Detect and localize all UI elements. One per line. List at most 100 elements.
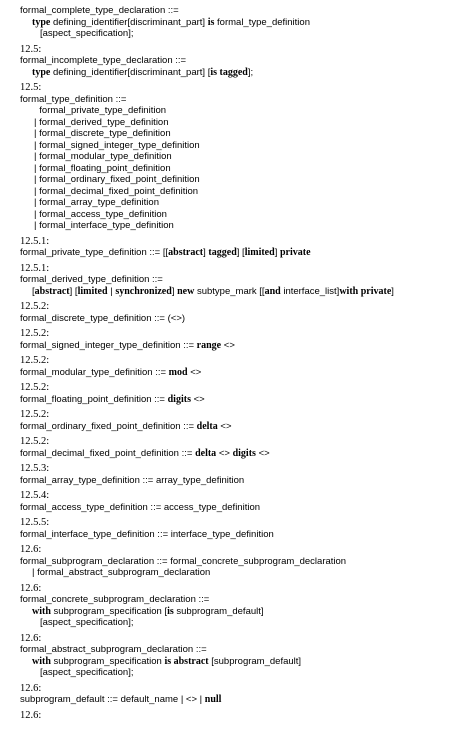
grammar-text: subprogram_default ::= default_name |	[20, 694, 186, 705]
grammar-text: formal_type_definition ::=	[20, 93, 127, 105]
section-reference: 12.5.2:	[20, 382, 50, 393]
grammar-text: | formal_signed_integer_type_definition	[34, 139, 200, 151]
section-reference: 12.5.2:	[20, 301, 50, 312]
grammar-text: formal_private_type_definition	[34, 105, 167, 116]
grammar-line: formal_private_type_definition	[20, 105, 452, 117]
grammar-line: | formal_interface_type_definition	[20, 220, 452, 232]
grammar-line: | formal_floating_point_definition	[20, 163, 452, 175]
grammar-text: [subprogram_default]	[208, 655, 302, 667]
grammar-text: subtype_mark [[	[194, 285, 265, 297]
box-symbol: <>	[220, 420, 232, 432]
grammar-section: 12.6: formal_subprogram_declaration ::= f…	[20, 544, 452, 579]
grammar-text: |	[197, 694, 205, 705]
box-symbol: <>	[170, 312, 182, 324]
section-reference: 12.5:	[20, 43, 42, 55]
grammar-section: 12.5.2: formal_decimal_fixed_point_defini…	[20, 436, 452, 459]
grammar-line: | formal_decimal_fixed_point_definition	[20, 186, 452, 198]
reserved-word: abstract	[34, 285, 70, 297]
grammar-line: formal_signed_integer_type_definition ::…	[20, 340, 452, 352]
grammar-text: formal_private_type_definition ::= [[	[20, 247, 169, 258]
grammar-line: with subprogram_specification is abstrac…	[20, 656, 452, 668]
grammar-line: formal_access_type_definition ::= access…	[20, 502, 452, 514]
grammar-text: | formal_decimal_fixed_point_definition	[34, 185, 199, 197]
grammar-section: 12.5: formal_incomplete_type_declaration …	[20, 44, 452, 79]
grammar-line: | formal_derived_type_definition	[20, 117, 452, 129]
section-reference: 12.5.2:	[20, 436, 50, 447]
grammar-section: formal_complete_type_declaration ::= type…	[20, 5, 452, 40]
grammar-text: | formal_modular_type_definition	[34, 151, 172, 162]
grammar-line: | formal_signed_integer_type_definition	[20, 140, 452, 152]
reserved-word: with	[32, 655, 51, 667]
grammar-line: formal_ordinary_fixed_point_definition :…	[20, 421, 452, 433]
grammar-section: 12.6: subprogram_default ::= default_name…	[20, 683, 452, 706]
grammar-line: | formal_access_type_definition	[20, 209, 452, 221]
section-reference: 12.5:	[20, 82, 42, 93]
reserved-word: limited	[77, 285, 108, 297]
box-symbol: <>	[193, 393, 205, 405]
grammar-text: | formal_derived_type_definition	[34, 116, 169, 128]
grammar-text: | formal_access_type_definition	[34, 208, 167, 220]
grammar-section: 12.6: formal_abstract_subprogram_declarat…	[20, 633, 452, 679]
grammar-text: | formal_floating_point_definition	[34, 162, 171, 174]
grammar-text: formal_incomplete_type_declaration ::=	[20, 55, 187, 66]
reserved-word: tagged	[208, 247, 237, 258]
reserved-word: and	[264, 285, 281, 297]
grammar-section: 12.5.2: formal_signed_integer_type_defini…	[20, 328, 452, 351]
grammar-line: formal_complete_type_declaration ::=	[20, 5, 452, 17]
grammar-text: ];	[247, 66, 254, 78]
section-reference: 12.6:	[20, 709, 42, 721]
grammar-text: defining_identifier[discriminant_part] [	[50, 66, 211, 78]
grammar-text: ] [	[69, 285, 78, 297]
reserved-word: digits	[167, 393, 191, 405]
section-reference: 12.5.4:	[20, 490, 50, 501]
grammar-line: formal_derived_type_definition ::=	[20, 274, 452, 286]
grammar-line: | formal_discrete_type_definition	[20, 128, 452, 140]
grammar-line: formal_type_definition ::=	[20, 94, 452, 106]
grammar-text: [aspect_specification];	[40, 617, 134, 628]
grammar-document: formal_complete_type_declaration ::= type…	[20, 5, 452, 725]
grammar-text: ] [	[236, 247, 245, 258]
grammar-line: formal_abstract_subprogram_declaration :…	[20, 644, 452, 656]
grammar-text: formal_derived_type_definition ::=	[20, 274, 163, 285]
grammar-section: 12.5.4: formal_access_type_definition ::=…	[20, 490, 452, 513]
grammar-text: [aspect_specification];	[40, 667, 134, 678]
grammar-section: 12.6:	[20, 710, 452, 722]
reserved-word: type	[32, 16, 51, 28]
section-reference: 12.6:	[20, 632, 42, 644]
grammar-section: 12.6: formal_concrete_subprogram_declarat…	[20, 583, 452, 629]
grammar-text: | formal_abstract_subprogram_declaration	[32, 567, 211, 578]
reserved-word: private	[279, 247, 311, 258]
grammar-line: | formal_ordinary_fixed_point_definition	[20, 174, 452, 186]
grammar-text: formal_access_type_definition ::= access…	[20, 501, 261, 513]
grammar-line: [aspect_specification];	[20, 28, 452, 40]
reserved-word: is tagged	[210, 66, 248, 78]
grammar-section: 12.5.5: formal_interface_type_definition …	[20, 517, 452, 540]
grammar-section: 12.5.2: formal_floating_point_definition …	[20, 382, 452, 405]
grammar-line: [abstract] [limited | synchronized] new …	[20, 286, 452, 298]
grammar-line: formal_decimal_fixed_point_definition ::…	[20, 448, 452, 460]
grammar-line: [aspect_specification];	[20, 667, 452, 679]
grammar-section: 12.5.1: formal_private_type_definition ::…	[20, 236, 452, 259]
section-reference: 12.6:	[20, 582, 42, 594]
reserved-word: is	[167, 605, 174, 617]
grammar-text: ]	[391, 285, 394, 297]
grammar-line: formal_array_type_definition ::= array_t…	[20, 475, 452, 487]
box-symbol: <>	[218, 447, 230, 459]
grammar-text: | formal_interface_type_definition	[34, 220, 174, 231]
grammar-section: 12.5: formal_type_definition ::= formal_p…	[20, 82, 452, 232]
section-reference: 12.5.2:	[20, 328, 50, 339]
reserved-word: digits	[232, 447, 256, 459]
grammar-line: formal_concrete_subprogram_declaration :…	[20, 594, 452, 606]
grammar-text: formal_concrete_subprogram_declaration :…	[20, 594, 210, 605]
grammar-section: 12.5.2: formal_ordinary_fixed_point_defin…	[20, 409, 452, 432]
grammar-line: formal_modular_type_definition ::= mod <…	[20, 367, 452, 379]
grammar-line: type defining_identifier[discriminant_pa…	[20, 67, 452, 79]
grammar-line: formal_interface_type_definition ::= int…	[20, 529, 452, 541]
reserved-word: type	[32, 66, 51, 78]
reserved-word: delta	[195, 447, 217, 459]
grammar-text: formal_floating_point_definition ::=	[20, 393, 168, 405]
reserved-word: range	[196, 339, 222, 351]
grammar-text: )	[181, 312, 186, 324]
grammar-text: subprogram_specification [	[50, 605, 168, 617]
section-reference: 12.5.3:	[20, 463, 50, 474]
